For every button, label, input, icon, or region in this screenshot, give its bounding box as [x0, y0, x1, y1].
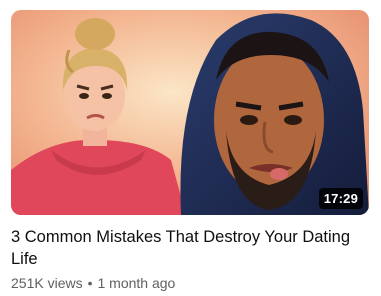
video-thumbnail[interactable]: 17:29	[11, 10, 369, 215]
separator-dot: •	[87, 275, 93, 291]
video-card[interactable]: 17:29 3 Common Mistakes That Destroy You…	[0, 0, 381, 296]
video-title[interactable]: 3 Common Mistakes That Destroy Your Dati…	[11, 226, 361, 270]
video-metadata: 251K views • 1 month ago	[11, 274, 175, 292]
thumbnail-illustration	[11, 10, 369, 215]
upload-age: 1 month ago	[97, 275, 176, 291]
view-count: 251K views	[11, 275, 83, 291]
duration-badge: 17:29	[318, 188, 363, 209]
